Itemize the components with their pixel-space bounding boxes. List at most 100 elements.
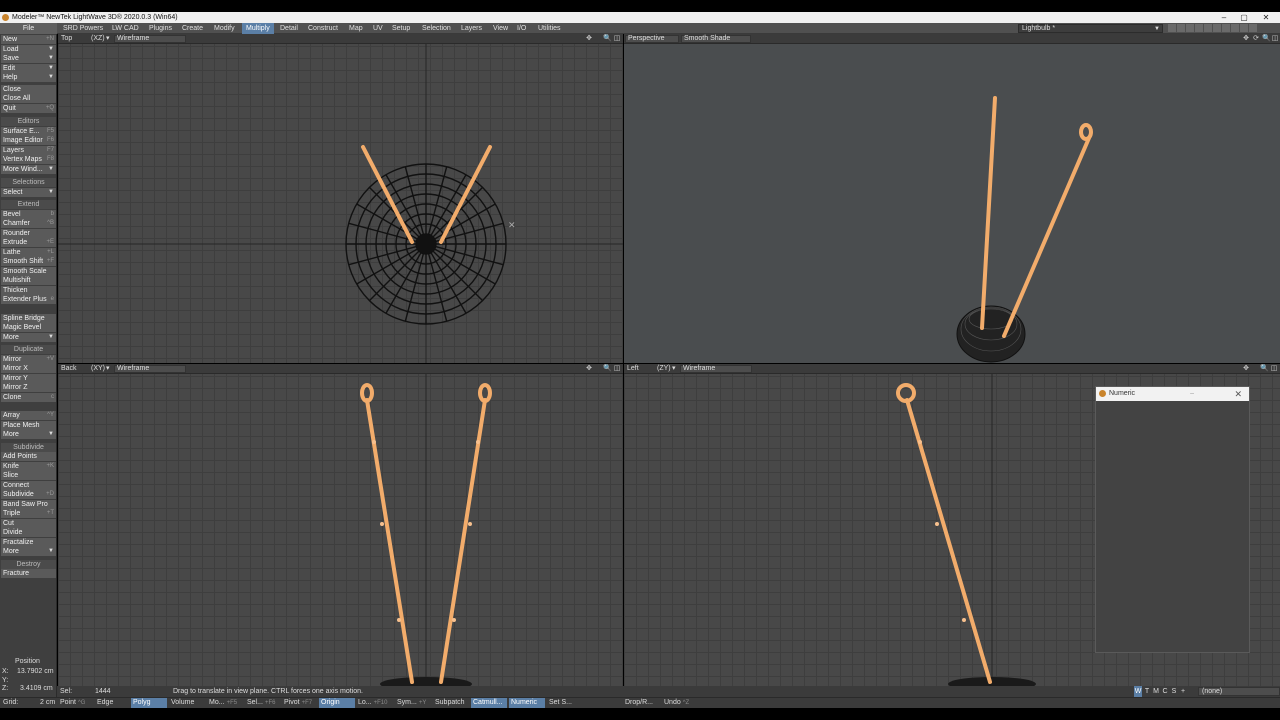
polygon-mode-button[interactable]: Polyg xyxy=(131,698,167,708)
tab-layers[interactable]: Layers xyxy=(457,23,486,34)
sidebar-item-mirror-x[interactable]: Mirror X xyxy=(1,364,56,373)
drop-button[interactable]: Drop/R... xyxy=(623,698,655,708)
sidebar-item-knife[interactable]: Knife +K xyxy=(1,461,56,471)
view-label[interactable]: Top xyxy=(61,34,72,44)
view-select[interactable]: Perspective xyxy=(625,35,679,43)
sidebar-item-mirror-z[interactable]: Mirror Z xyxy=(1,383,56,392)
sidebar-item-cut[interactable]: Cut xyxy=(1,518,56,528)
file-menu-button[interactable]: File xyxy=(0,23,57,34)
sidebar-item-thicken[interactable]: Thicken xyxy=(1,285,56,295)
vmap-select[interactable]: (none) xyxy=(1198,687,1280,696)
sidebar-item-bevel[interactable]: Bevel b xyxy=(1,209,56,219)
view-label[interactable]: Left xyxy=(627,364,639,374)
sidebar-item-close-all[interactable]: Close All xyxy=(1,94,56,103)
subpatch-button[interactable]: Subpatch xyxy=(433,698,467,708)
origin-button[interactable]: Origin xyxy=(319,698,355,708)
sidebar-item-clone[interactable]: Clone c xyxy=(1,392,56,402)
object-selector[interactable]: Lightbulb * ▼ xyxy=(1018,24,1163,33)
minimize-icon[interactable]: – xyxy=(1190,387,1194,401)
tab-create[interactable]: Create xyxy=(178,23,207,34)
axis-selector[interactable]: (XZ) xyxy=(91,34,105,44)
sidebar-item-magic-bevel[interactable]: Magic Bevel xyxy=(1,323,56,332)
sidebar-item-surface-e[interactable]: Surface E... F5 xyxy=(1,126,56,136)
sidebar-item-edit[interactable]: Edit ▼ xyxy=(1,63,56,73)
mode-c[interactable]: C xyxy=(1161,686,1169,697)
minimize-button[interactable]: – xyxy=(1217,12,1231,23)
undo-button[interactable]: Undo ^Z xyxy=(662,698,691,708)
close-icon[interactable]: ✕ xyxy=(1234,387,1242,401)
point-mode-button[interactable]: Point ^G xyxy=(58,698,87,708)
volume-button[interactable]: Volume xyxy=(169,698,196,708)
sidebar-item-place-mesh[interactable]: Place Mesh xyxy=(1,420,56,430)
render-mode-select[interactable]: Wireframe xyxy=(114,365,186,373)
sidebar-item-add-points[interactable]: Add Points xyxy=(1,452,56,461)
move-view-icon[interactable]: ✥ xyxy=(585,35,593,43)
tab-map[interactable]: Map xyxy=(345,23,367,34)
tab-modify[interactable]: Modify xyxy=(210,23,239,34)
layout-button[interactable]: Lo... +F10 xyxy=(356,698,389,708)
tab-detail[interactable]: Detail xyxy=(276,23,302,34)
view-label[interactable]: Back xyxy=(61,364,77,374)
viewport-top[interactable]: Top (XZ) ▾ Wireframe ✥ 🔍 ◫ ✕ xyxy=(58,34,623,363)
sidebar-item-more[interactable]: More ▼ xyxy=(1,332,56,342)
sidebar-item-multishift[interactable]: Multishift xyxy=(1,276,56,285)
sidebar-item-image-editor[interactable]: Image Editor F6 xyxy=(1,136,56,145)
sidebar-item-more[interactable]: More ▼ xyxy=(1,430,56,439)
sidebar-item-quit[interactable]: Quit +Q xyxy=(1,103,56,113)
selection-button[interactable]: Sel... +F6 xyxy=(245,698,277,708)
maximize-button[interactable]: ▢ xyxy=(1237,12,1251,23)
maximize-view-icon[interactable]: ◫ xyxy=(1270,365,1278,373)
sidebar-item-lathe[interactable]: Lathe +L xyxy=(1,247,56,257)
sidebar-item-connect[interactable]: Connect xyxy=(1,480,56,490)
sidebar-item-array[interactable]: Array ^Y xyxy=(1,411,56,420)
sidebar-item-subdivide[interactable]: Subdivide +D xyxy=(1,490,56,499)
catmull-button[interactable]: Catmull... xyxy=(471,698,507,708)
zoom-icon[interactable]: 🔍 xyxy=(603,365,612,373)
sidebar-item-layers[interactable]: Layers F7 xyxy=(1,145,56,155)
sidebar-item-chamfer[interactable]: Chamfer ^B xyxy=(1,219,56,228)
maximize-view-icon[interactable]: ◫ xyxy=(1271,35,1279,43)
symmetry-button[interactable]: Sym... +Y xyxy=(395,698,428,708)
sidebar-item-extender-plus[interactable]: Extender Plus e xyxy=(1,295,56,304)
numeric-panel-header[interactable]: Numeric – ✕ xyxy=(1096,387,1249,401)
tab-io[interactable]: I/O xyxy=(513,23,530,34)
sidebar-item-save[interactable]: Save ▼ xyxy=(1,54,56,63)
sidebar-item-help[interactable]: Help ▼ xyxy=(1,73,56,82)
tab-construct[interactable]: Construct xyxy=(304,23,342,34)
sidebar-item-mirror[interactable]: Mirror +V xyxy=(1,354,56,364)
sidebar-item-mirror-y[interactable]: Mirror Y xyxy=(1,373,56,383)
rotate-view-icon[interactable]: ⟳ xyxy=(1252,35,1260,43)
move-view-icon[interactable]: ✥ xyxy=(1242,35,1250,43)
tab-multiply[interactable]: Multiply xyxy=(242,23,274,34)
mode-buttons[interactable]: W T M C S + xyxy=(1134,686,1188,697)
layer-buttons[interactable] xyxy=(1168,24,1278,33)
move-view-icon[interactable]: ✥ xyxy=(1242,365,1250,373)
mode-w[interactable]: W xyxy=(1134,686,1142,697)
move-view-icon[interactable]: ✥ xyxy=(585,365,593,373)
zoom-icon[interactable]: 🔍 xyxy=(1262,35,1271,43)
mode-m[interactable]: M xyxy=(1152,686,1160,697)
numeric-button[interactable]: Numeric xyxy=(509,698,545,708)
tab-lw-cad[interactable]: LW CAD xyxy=(108,23,143,34)
sidebar-item-new[interactable]: New +N xyxy=(1,35,56,44)
sidebar-item-more[interactable]: More ▼ xyxy=(1,547,56,556)
tab-srd-powers[interactable]: SRD Powers xyxy=(59,23,107,34)
sidebar-item-rounder[interactable]: Rounder xyxy=(1,228,56,238)
zoom-icon[interactable]: 🔍 xyxy=(1260,365,1269,373)
sidebar-item-more-wind[interactable]: More Wind... ▼ xyxy=(1,164,56,174)
sidebar-item-fracture[interactable]: Fracture xyxy=(1,569,56,578)
sets-button[interactable]: Set S... xyxy=(547,698,574,708)
numeric-panel[interactable]: Numeric – ✕ xyxy=(1095,386,1250,653)
mode-s[interactable]: S xyxy=(1170,686,1178,697)
tab-setup[interactable]: Setup xyxy=(388,23,414,34)
render-mode-select[interactable]: Smooth Shade xyxy=(681,35,751,43)
viewport-perspective[interactable]: Perspective Smooth Shade ✥ ⟳ 🔍 ◫ xyxy=(624,34,1280,363)
viewport-back[interactable]: Back (XY) ▾ Wireframe ✥ 🔍 ◫ xyxy=(58,364,623,686)
sidebar-item-close[interactable]: Close xyxy=(1,84,56,94)
sidebar-item-vertex-maps[interactable]: Vertex Maps F8 xyxy=(1,155,56,164)
sidebar-item-band-saw-pro[interactable]: Band Saw Pro xyxy=(1,499,56,509)
sidebar-item-divide[interactable]: Divide xyxy=(1,528,56,537)
mode-plus[interactable]: + xyxy=(1179,686,1187,697)
sidebar-item-load[interactable]: Load ▼ xyxy=(1,44,56,54)
maximize-view-icon[interactable]: ◫ xyxy=(613,35,621,43)
